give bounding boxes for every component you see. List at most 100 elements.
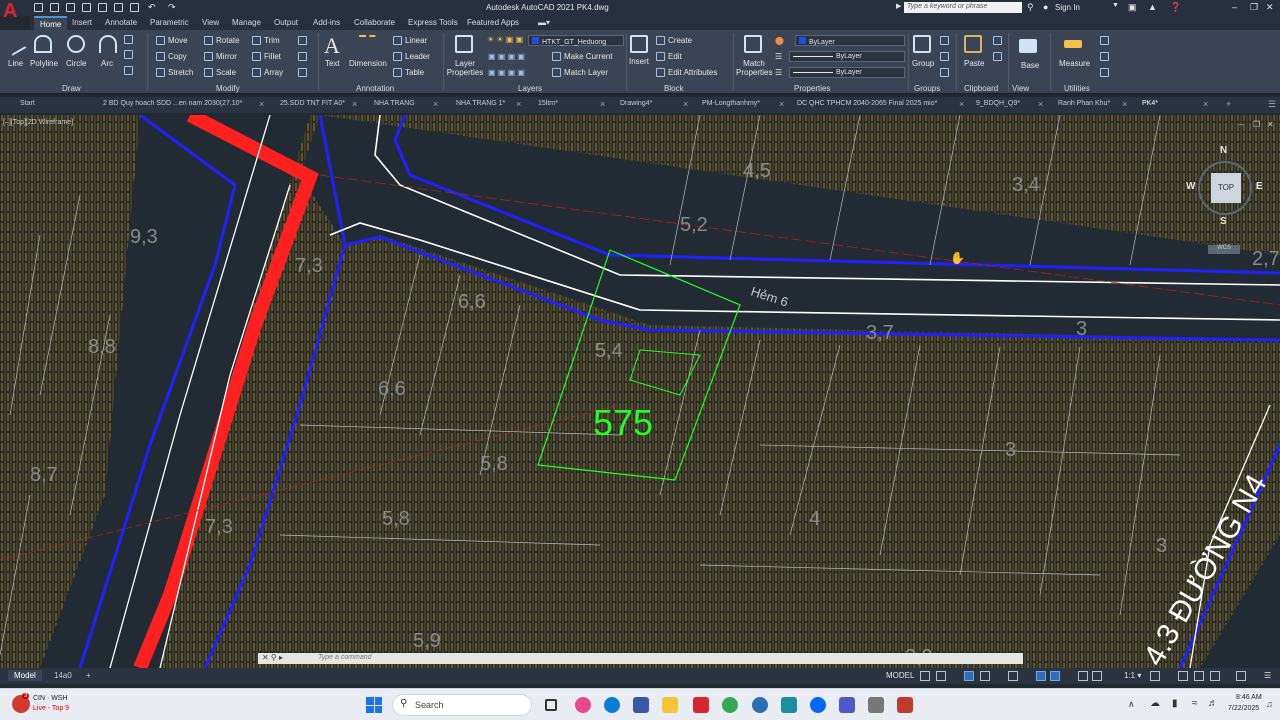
layer-properties-label[interactable]: Layer Properties (446, 59, 484, 77)
drawing-viewport[interactable]: 575 Hẻm 6 4.3 ĐƯỜNG N4 9,3 7,3 6,6 8,8 6… (0, 115, 1280, 668)
grid-icon[interactable] (920, 671, 930, 681)
layout-tab-model[interactable]: Model (8, 670, 42, 681)
help-icon[interactable]: ❓ (1170, 2, 1181, 13)
utilities-panel-label[interactable]: Utilities (1064, 84, 1090, 93)
command-line[interactable]: ✕ ⚲ ▸ Type a command (258, 653, 1023, 664)
autocad-taskbar-icon[interactable] (693, 697, 709, 713)
close-tab-icon[interactable]: × (433, 99, 438, 109)
annotation-scale[interactable]: 1:1 ▾ (1124, 671, 1141, 680)
isolate-objects-icon[interactable] (1236, 671, 1246, 681)
copilot-icon[interactable] (575, 697, 591, 713)
layer-tool-icons-2[interactable]: ▣ ▣ ▣ ▣ (488, 68, 525, 77)
osnap-icon[interactable] (1008, 671, 1018, 681)
cloud-icon[interactable]: ☁ (1150, 698, 1160, 709)
zalo-icon[interactable] (810, 697, 826, 713)
web-mobile-icon[interactable] (98, 3, 107, 12)
close-tab-icon[interactable]: × (1203, 99, 1208, 109)
tab-insert[interactable]: Insert (72, 18, 92, 27)
viewport-restore-icon[interactable]: ❐ (1253, 120, 1260, 129)
group-icon[interactable] (913, 35, 931, 53)
tab-view[interactable]: View (202, 18, 219, 27)
file-tab[interactable]: Ranh Phan Khu* (1058, 100, 1110, 107)
redo-icon[interactable]: ↷ (168, 2, 176, 13)
viewport-close-icon[interactable]: ✕ (1267, 120, 1274, 129)
model-space-toggle[interactable]: MODEL (886, 671, 914, 680)
make-current-button[interactable]: Make Current (552, 52, 612, 62)
cart-icon[interactable]: ▣ (1128, 2, 1137, 13)
line-tool-label[interactable]: Line (8, 59, 23, 68)
compass-south[interactable]: S (1220, 216, 1227, 227)
offset-icon[interactable] (298, 68, 310, 78)
file-tab[interactable]: 25.SDD TNT FIT A0* (280, 100, 345, 107)
layers-panel-label[interactable]: Layers (518, 84, 542, 93)
app-icon[interactable] (781, 697, 797, 713)
calculator-icon[interactable] (1100, 68, 1112, 78)
polar-icon[interactable] (980, 671, 990, 681)
weather-subtitle[interactable]: Live - Top 9 (33, 705, 69, 712)
block-panel-label[interactable]: Block (664, 84, 684, 93)
region-icon[interactable] (124, 66, 136, 76)
edit-block-button[interactable]: Edit (656, 52, 682, 62)
insert-block-icon[interactable] (630, 35, 648, 53)
viewport-minimize-icon[interactable]: – (1239, 120, 1243, 129)
line-tool-icon[interactable] (2, 31, 28, 57)
arc-tool-icon[interactable] (99, 35, 117, 53)
close-tab-icon[interactable]: × (259, 99, 264, 109)
circle-tool-icon[interactable] (67, 35, 85, 53)
select-all-icon[interactable] (1100, 52, 1112, 62)
compass-north[interactable]: N (1220, 145, 1227, 156)
tab-featured-apps[interactable]: Featured Apps (467, 18, 519, 27)
rotate-button[interactable]: Rotate (204, 36, 240, 46)
color-dropdown[interactable]: ByLayer (795, 35, 905, 46)
tab-express-tools[interactable]: Express Tools (408, 18, 458, 27)
volume-icon[interactable]: ♬ (1208, 698, 1218, 709)
new-tab-icon[interactable]: + (1226, 99, 1231, 109)
file-tab-active[interactable]: PK4* (1142, 100, 1158, 107)
viewcube[interactable]: N S E W TOP WCS (1184, 145, 1264, 260)
tab-parametric[interactable]: Parametric (150, 18, 189, 27)
viewcube-top-face[interactable]: TOP (1211, 173, 1241, 203)
polyline-tool-label[interactable]: Polyline (30, 59, 58, 68)
text-tool-icon[interactable]: A (324, 33, 340, 59)
app-icon[interactable] (897, 697, 913, 713)
workspace-gear-icon[interactable] (1150, 671, 1160, 681)
close-tab-icon[interactable]: × (352, 99, 357, 109)
match-layer-button[interactable]: Match Layer (552, 68, 608, 78)
tray-overflow-icon[interactable]: ∧ (1128, 699, 1135, 710)
minimize-icon[interactable]: – (1232, 2, 1237, 12)
base-view-icon[interactable] (1019, 39, 1037, 53)
explode-icon[interactable] (298, 52, 310, 62)
tab-manage[interactable]: Manage (232, 18, 261, 27)
app-icon[interactable] (868, 697, 884, 713)
file-tab[interactable]: PM-Longthanhmy* (702, 100, 760, 107)
tab-home[interactable]: Home (34, 16, 68, 30)
taskbar-search-input[interactable]: Search (392, 694, 532, 716)
file-tab-start[interactable]: Start (20, 100, 35, 107)
restore-icon[interactable]: ❐ (1250, 2, 1258, 13)
draw-panel-label[interactable]: Draw (62, 84, 81, 93)
save-icon[interactable] (66, 3, 75, 12)
selection-cycling-icon[interactable] (1092, 671, 1102, 681)
chevron-down-icon[interactable]: ▼ (1112, 2, 1119, 9)
windows-start-icon[interactable] (366, 697, 382, 713)
close-tab-icon[interactable]: × (1038, 99, 1043, 109)
arc-tool-label[interactable]: Arc (101, 59, 113, 68)
base-label[interactable]: Base (1021, 61, 1039, 70)
stretch-button[interactable]: Stretch (156, 68, 193, 78)
paste-label[interactable]: Paste (964, 59, 984, 68)
customize-status-icon[interactable]: ☰ (1264, 671, 1271, 680)
network-icon[interactable]: ▮ (1172, 698, 1178, 709)
file-tab[interactable]: Drawing4* (620, 100, 652, 107)
taskbar-time[interactable]: 8:46 AM (1236, 694, 1262, 701)
autocad-logo-icon[interactable]: A (3, 0, 25, 30)
annotation-monitor-icon[interactable] (1178, 671, 1188, 681)
close-icon[interactable]: ✕ (1266, 2, 1274, 13)
group-edit-icon[interactable] (940, 52, 952, 62)
quick-select-icon[interactable] (1100, 36, 1112, 46)
undo-icon[interactable]: ↶ (148, 2, 156, 13)
linetype-dropdown[interactable]: ByLayer (789, 67, 905, 78)
mirror-button[interactable]: Mirror (204, 52, 237, 62)
hatch-icon[interactable] (124, 50, 136, 60)
weather-city[interactable]: CIN · WSH (33, 695, 68, 702)
edit-attributes-button[interactable]: Edit Attributes (656, 68, 717, 78)
